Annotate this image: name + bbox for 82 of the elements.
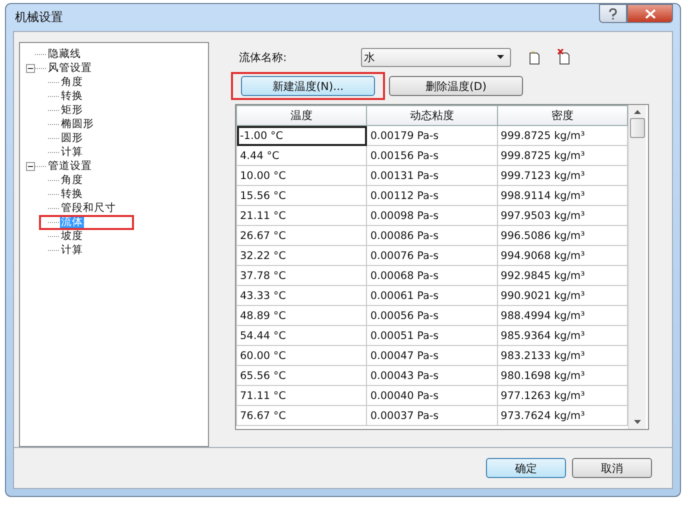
table-cell: 0.00086 Pa-s [366, 226, 498, 246]
table-cell: 990.9021 kg/m³ [497, 286, 628, 306]
window-title: 机械设置 [14, 9, 63, 26]
tree-item[interactable]: 隐藏线 [47, 48, 82, 60]
table-cell: 0.00076 Pa-s [366, 246, 498, 266]
fluid-name-label: 流体名称: [239, 50, 288, 64]
table-cell: 0.00131 Pa-s [366, 166, 498, 186]
table-cell: 0.00098 Pa-s [366, 206, 498, 226]
tree-item[interactable]: 角度 [60, 76, 84, 88]
table-cell: 0.00179 Pa-s [366, 126, 498, 146]
table-cell: 0.00047 Pa-s [366, 346, 498, 366]
table-cell: 0.00056 Pa-s [366, 306, 498, 326]
table-cell: 76.67 °C [236, 406, 367, 426]
table-cell: 996.5086 kg/m³ [497, 226, 628, 246]
table-cell: 0.00112 Pa-s [366, 186, 498, 206]
table-cell: 37.78 °C [236, 266, 367, 286]
tree-item[interactable]: 坡度 [60, 230, 84, 242]
table-cell: 4.44 °C [236, 146, 367, 166]
tree-item[interactable]: 矩形 [60, 104, 84, 116]
table-cell: 15.56 °C [236, 186, 367, 206]
tree-item[interactable]: 管段和尺寸 [60, 202, 117, 214]
column-header[interactable]: 动态粘度 [366, 106, 498, 126]
table-cell: 0.00051 Pa-s [366, 326, 498, 346]
scroll-down-icon[interactable] [634, 420, 641, 424]
table-cell: 43.33 °C [236, 286, 367, 306]
table-cell: 54.44 °C [236, 326, 367, 346]
table-cell: 0.00068 Pa-s [366, 266, 498, 286]
table-cell: 994.9068 kg/m³ [497, 246, 628, 266]
collapse-toggle[interactable] [26, 162, 35, 170]
fluid-dropdown[interactable]: 水 [361, 48, 511, 66]
tree-item[interactable]: 圆形 [60, 132, 84, 144]
table-cell: 992.9845 kg/m³ [497, 266, 628, 286]
table-cell: 0.00043 Pa-s [366, 366, 498, 386]
collapse-toggle[interactable] [26, 64, 35, 72]
scrollbar[interactable] [628, 105, 646, 429]
table-cell: 71.11 °C [236, 386, 367, 406]
column-header[interactable]: 密度 [497, 106, 628, 126]
scroll-up-icon[interactable] [634, 110, 641, 114]
dialog-button[interactable]: 取消 [572, 458, 652, 478]
table-cell: 0.00040 Pa-s [366, 386, 498, 406]
table-cell: 10.00 °C [236, 166, 367, 186]
table-cell: 60.00 °C [236, 346, 367, 366]
close-icon [644, 8, 656, 18]
close-button[interactable] [627, 4, 673, 23]
dialog-button[interactable]: 确定 [486, 458, 566, 478]
table-cell: 997.9503 kg/m³ [497, 206, 628, 226]
table-cell: 999.7123 kg/m³ [497, 166, 628, 186]
column-header[interactable]: 温度 [236, 106, 367, 126]
table-cell: 977.1263 kg/m³ [497, 386, 628, 406]
tree-item[interactable]: 转换 [60, 188, 84, 200]
help-icon [608, 8, 618, 20]
table-cell: 999.8725 kg/m³ [497, 126, 628, 146]
table-cell: 980.1698 kg/m³ [497, 366, 628, 386]
table-cell: 973.7624 kg/m³ [497, 406, 628, 426]
table-cell: 0.00037 Pa-s [366, 406, 498, 426]
table-cell: 48.89 °C [236, 306, 367, 326]
table-cell: 0.00061 Pa-s [366, 286, 498, 306]
table-cell: 983.2133 kg/m³ [497, 346, 628, 366]
table-cell: -1.00 °C [236, 126, 367, 146]
dialog-button[interactable]: 新建温度(N)... [241, 76, 375, 96]
table-cell: 21.11 °C [236, 206, 367, 226]
dialog-button[interactable]: 删除温度(D) [389, 76, 523, 96]
tree-item[interactable]: 转换 [60, 90, 84, 102]
table-cell: 988.4994 kg/m³ [497, 306, 628, 326]
table-cell: 26.67 °C [236, 226, 367, 246]
help-button[interactable] [599, 4, 627, 23]
table-cell: 999.8725 kg/m³ [497, 146, 628, 166]
table-cell: 32.22 °C [236, 246, 367, 266]
tree-item[interactable]: 风管设置 [47, 62, 93, 74]
table-cell: 0.00156 Pa-s [366, 146, 498, 166]
tree-item[interactable]: 角度 [60, 174, 84, 186]
tree-item[interactable]: 计算 [60, 244, 84, 256]
table-cell: 998.9114 kg/m³ [497, 186, 628, 206]
tree-item[interactable]: 计算 [60, 146, 84, 158]
tree-item[interactable]: 管道设置 [47, 160, 93, 172]
new-document-icon[interactable] [527, 49, 541, 65]
tree-item[interactable]: 椭圆形 [60, 118, 95, 130]
dropdown-caret-icon [497, 55, 504, 59]
table-cell: 65.56 °C [236, 366, 367, 386]
scroll-thumb[interactable] [630, 118, 645, 138]
table-cell: 985.9364 kg/m³ [497, 326, 628, 346]
delete-document-icon[interactable] [557, 49, 571, 65]
